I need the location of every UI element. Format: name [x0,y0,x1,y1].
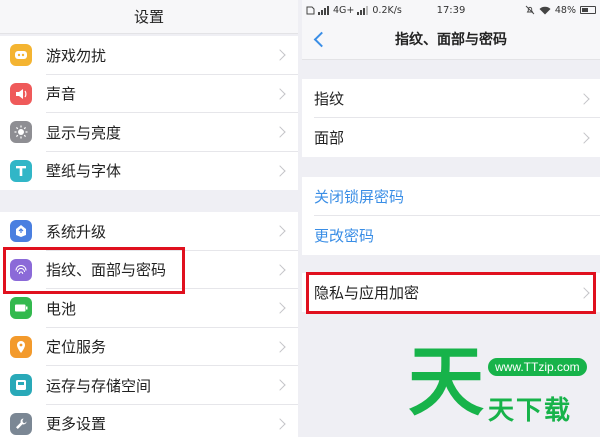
settings-item-wallpaper-font[interactable]: 壁纸与字体 [0,152,298,191]
chevron-right-icon [274,88,286,100]
chevron-right-icon [274,379,286,391]
chevron-right-icon [274,264,286,276]
settings-item-game-dnd[interactable]: 游戏勿扰 [0,36,298,75]
chevron-right-icon [274,302,286,314]
site-watermark: 天 www.TTzip.com 天下载 [408,340,600,437]
battery-icon [10,297,32,320]
settings-item-battery[interactable]: 电池 [0,289,298,328]
fingerprint-icon [10,258,32,281]
nav-bar: 指纹、面部与密码 [302,20,600,60]
brightness-icon [10,121,32,144]
settings-item-label: 电池 [46,299,77,318]
settings-item-label: 运存与存储空间 [46,376,152,395]
settings-item-label: 显示与亮度 [46,123,122,142]
font-t-icon [10,159,32,182]
storage-icon [10,374,32,397]
settings-group-2: 系统升级 指纹、面部与密码 电池 定位服务 运存与存储空间 更多设置 [0,212,298,437]
menu-item-label: 面部 [314,129,345,147]
chevron-right-icon [274,418,286,430]
chevron-right-icon [274,49,286,61]
settings-item-system-update[interactable]: 系统升级 [0,212,298,251]
settings-item-storage[interactable]: 运存与存储空间 [0,366,298,405]
status-time: 17:39 [436,4,466,16]
game-controller-icon [10,44,32,67]
settings-item-display[interactable]: 显示与亮度 [0,113,298,152]
settings-item-label: 定位服务 [46,338,107,357]
page-title: 指纹、面部与密码 [395,32,507,48]
chevron-right-icon [578,92,590,105]
wrench-icon [10,412,32,435]
menu-item-change-password[interactable]: 更改密码 [302,216,600,255]
menu-item-label: 更改密码 [314,227,375,245]
menu-item-label: 隐私与应用加密 [314,284,420,302]
chevron-right-icon [578,286,590,299]
speaker-icon [10,82,32,105]
battery-status-icon [580,6,596,14]
settings-item-label: 更多设置 [46,415,107,434]
chevron-right-icon [274,165,286,177]
watermark-logo: 天 [408,337,484,426]
settings-item-label: 壁纸与字体 [46,162,122,181]
menu-item-face[interactable]: 面部 [302,118,600,157]
settings-item-label: 声音 [46,85,77,104]
settings-item-sound[interactable]: 声音 [0,75,298,113]
menu-item-fingerprint[interactable]: 指纹 [302,79,600,118]
settings-item-location[interactable]: 定位服务 [0,328,298,366]
chevron-right-icon [274,225,286,237]
watermark-url: www.TTzip.com [488,358,587,376]
settings-item-fingerprint-face-password[interactable]: 指纹、面部与密码 [0,251,298,289]
settings-panel: 设置 游戏勿扰 声音 显示与亮度 壁纸与字体 系统升级 指纹、面部与密码 电池 … [0,0,298,437]
menu-item-label: 指纹 [314,90,345,108]
settings-title: 设置 [0,0,298,34]
watermark-text: 天下载 [488,396,573,426]
settings-item-more[interactable]: 更多设置 [0,405,298,437]
settings-item-label: 指纹、面部与密码 [46,261,167,280]
location-pin-icon [10,335,32,358]
chevron-right-icon [578,131,590,144]
chevron-right-icon [274,126,286,138]
settings-group-1: 游戏勿扰 声音 显示与亮度 壁纸与字体 [0,36,298,190]
menu-item-disable-lock-password[interactable]: 关闭锁屏密码 [302,177,600,216]
chevron-right-icon [274,341,286,353]
settings-item-label: 系统升级 [46,222,107,241]
update-icon [10,220,32,243]
status-bar: 4G+ 0.2K/s 17:39 48% [302,0,600,20]
settings-item-label: 游戏勿扰 [46,46,107,65]
menu-item-label: 关闭锁屏密码 [314,188,405,206]
menu-item-privacy-app-encryption[interactable]: 隐私与应用加密 [302,273,600,312]
